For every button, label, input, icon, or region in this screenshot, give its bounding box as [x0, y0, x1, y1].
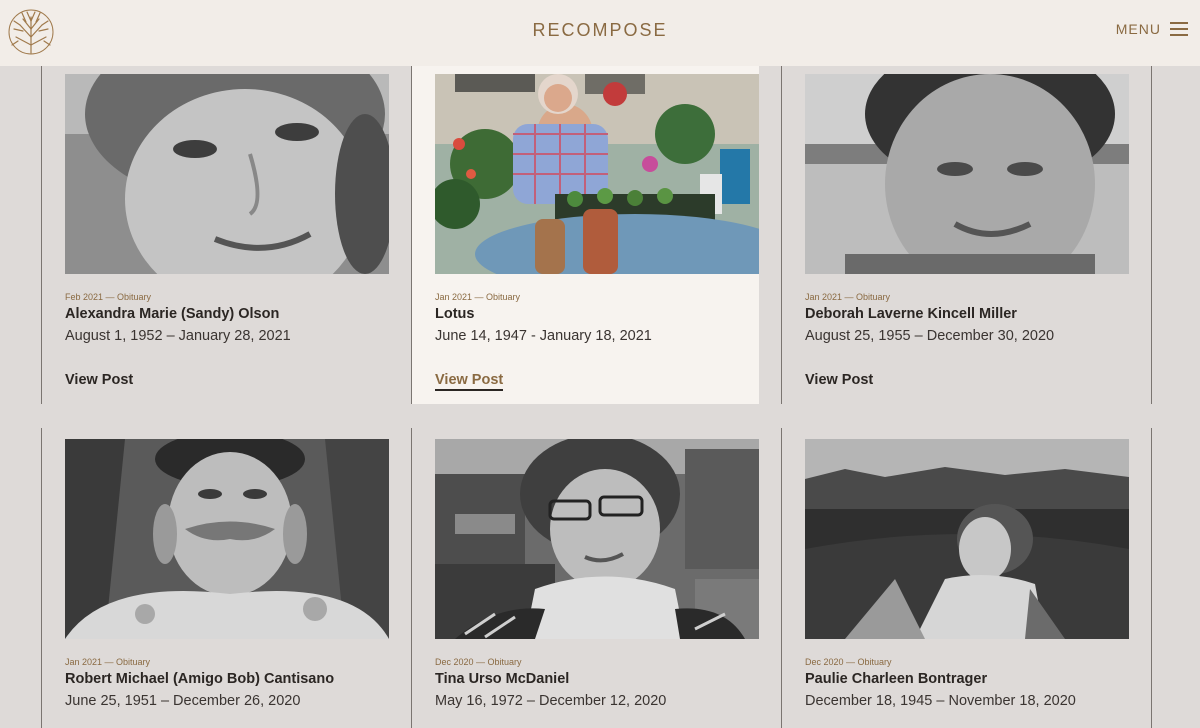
- portrait-photo[interactable]: [65, 74, 389, 274]
- post-meta: Dec 2020 — Obituary: [435, 657, 522, 667]
- post-meta: Jan 2021 — Obituary: [65, 657, 151, 667]
- site-title[interactable]: RECOMPOSE: [0, 20, 1200, 41]
- post-card[interactable]: Feb 2021 — Obituary Alexandra Marie (San…: [42, 66, 389, 404]
- post-dates: June 25, 1951 – December 26, 2020: [65, 693, 301, 709]
- post-dates: December 18, 1945 – November 18, 2020: [805, 693, 1076, 709]
- portrait-photo[interactable]: [805, 439, 1129, 639]
- view-post-link[interactable]: View Post: [435, 372, 504, 391]
- post-name[interactable]: Paulie Charleen Bontrager: [805, 671, 987, 687]
- post-card[interactable]: Jan 2021 — Obituary Deborah Laverne Kinc…: [782, 66, 1129, 404]
- post-card[interactable]: Jan 2021 — Obituary Lotus June 14, 1947 …: [412, 66, 759, 404]
- column-divider: [1151, 428, 1152, 728]
- post-card[interactable]: Dec 2020 — Obituary Paulie Charleen Bont…: [782, 428, 1129, 728]
- post-grid: Feb 2021 — Obituary Alexandra Marie (San…: [0, 66, 1200, 728]
- post-meta: Feb 2021 — Obituary: [65, 292, 152, 302]
- post-dates: May 16, 1972 – December 12, 2020: [435, 693, 667, 709]
- post-dates: June 14, 1947 - January 18, 2021: [435, 328, 652, 344]
- post-dates: August 25, 1955 – December 30, 2020: [805, 328, 1055, 344]
- portrait-photo[interactable]: [65, 439, 389, 639]
- post-meta: Jan 2021 — Obituary: [435, 292, 521, 302]
- menu-button[interactable]: MENU: [1116, 21, 1188, 37]
- post-name[interactable]: Robert Michael (Amigo Bob) Cantisano: [65, 671, 334, 687]
- hamburger-icon: [1170, 22, 1188, 36]
- post-name[interactable]: Lotus: [435, 306, 474, 322]
- site-header: RECOMPOSE MENU: [0, 0, 1200, 66]
- post-meta: Dec 2020 — Obituary: [805, 657, 892, 667]
- post-meta: Jan 2021 — Obituary: [805, 292, 891, 302]
- portrait-photo[interactable]: [435, 439, 759, 639]
- menu-label: MENU: [1115, 21, 1161, 37]
- portrait-photo[interactable]: [435, 74, 759, 274]
- column-divider: [1151, 66, 1152, 404]
- post-name[interactable]: Tina Urso McDaniel: [435, 671, 569, 687]
- post-dates: August 1, 1952 – January 28, 2021: [65, 328, 291, 344]
- post-card[interactable]: Dec 2020 — Obituary Tina Urso McDaniel M…: [412, 428, 759, 728]
- post-card[interactable]: Jan 2021 — Obituary Robert Michael (Amig…: [42, 428, 389, 728]
- post-name[interactable]: Deborah Laverne Kincell Miller: [805, 306, 1017, 322]
- view-post-link[interactable]: View Post: [65, 372, 133, 388]
- portrait-photo[interactable]: [805, 74, 1129, 274]
- post-name[interactable]: Alexandra Marie (Sandy) Olson: [65, 306, 279, 322]
- view-post-link[interactable]: View Post: [805, 372, 873, 388]
